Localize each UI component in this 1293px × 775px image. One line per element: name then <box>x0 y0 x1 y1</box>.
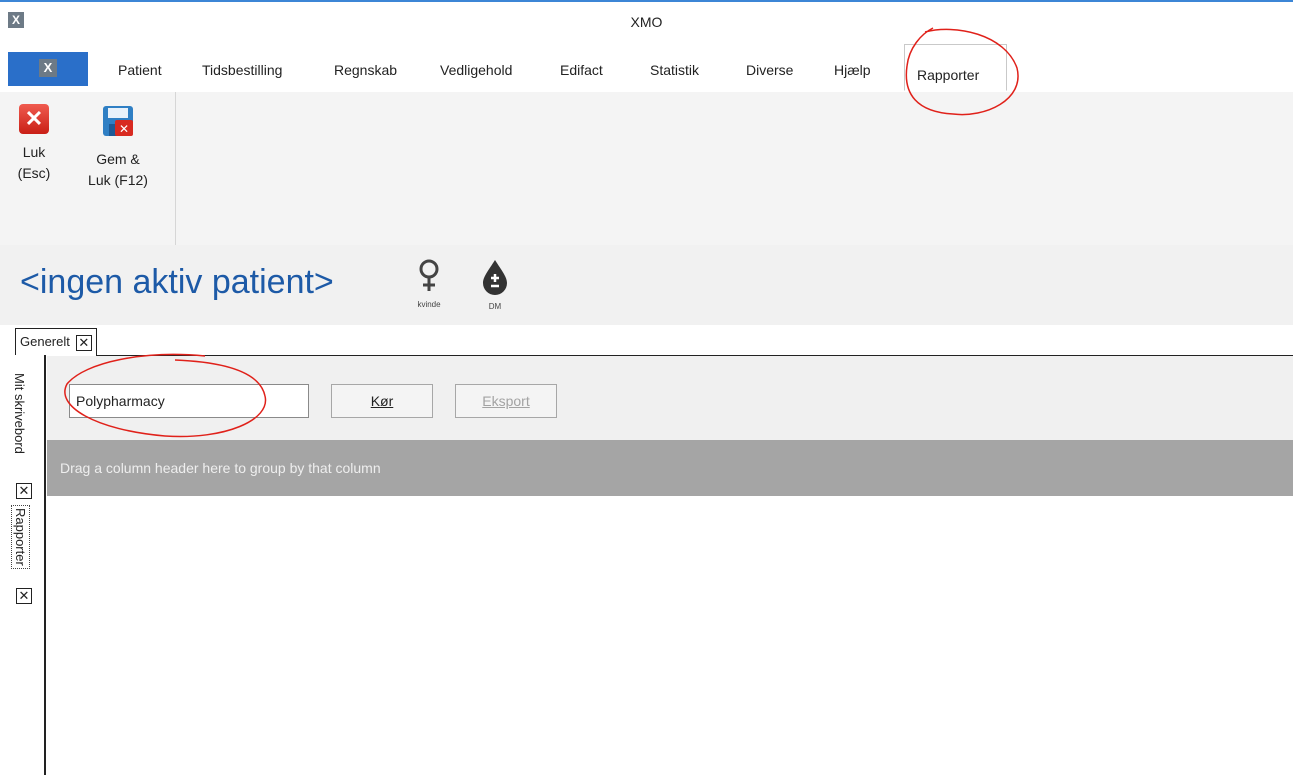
close-tab-icon[interactable]: ✕ <box>75 334 92 351</box>
document-tab-strip: Generelt ✕ <box>0 325 1293 356</box>
ribbon-panel: ✕ Luk (Esc) ✕ Gem & Luk (F12) <box>0 92 1293 246</box>
side-tab-rapporter[interactable]: Rapporter <box>11 505 30 569</box>
tab-patient[interactable]: Patient <box>118 62 162 78</box>
tab-generelt[interactable]: Generelt ✕ <box>15 328 97 356</box>
blood-drop-icon <box>483 260 507 295</box>
patient-name: <ingen aktiv patient> <box>20 263 334 301</box>
close-side-tab-icon[interactable]: ✕ <box>16 483 32 499</box>
report-select[interactable]: Polypharmacy <box>69 384 358 418</box>
tab-hjaelp[interactable]: Hjælp <box>834 62 871 78</box>
tab-tidsbestilling[interactable]: Tidsbestilling <box>202 62 282 78</box>
svg-text:✕: ✕ <box>119 122 129 136</box>
tab-regnskab[interactable]: Regnskab <box>334 62 397 78</box>
gender-badge: kvinde <box>409 259 449 309</box>
patient-header: <ingen aktiv patient> kvinde DM <box>0 245 1293 325</box>
close-icon: ✕ <box>19 104 49 134</box>
ribbon-tab-bar: X Patient Tidsbestilling Regnskab Vedlig… <box>0 44 1293 93</box>
file-menu-button[interactable]: X <box>8 52 88 86</box>
dm-badge: DM <box>475 259 515 311</box>
ribbon-group-actions: ✕ Luk (Esc) ✕ Gem & Luk (F12) <box>0 92 176 245</box>
group-by-panel[interactable]: Drag a column header here to group by th… <box>47 440 1293 496</box>
side-tab-mit-skrivebord[interactable]: Mit skrivebord <box>12 373 27 454</box>
window-title: XMO <box>630 14 663 30</box>
female-icon <box>419 259 439 291</box>
save-close-icon: ✕ <box>101 104 135 138</box>
app-logo-icon: X <box>39 59 57 77</box>
report-view: Polypharmacy Kør Eksport Drag a column h… <box>47 356 1293 775</box>
close-button[interactable]: ✕ Luk (Esc) <box>14 104 54 184</box>
gender-label: kvinde <box>417 300 441 309</box>
dm-label: DM <box>488 302 502 311</box>
tab-diverse[interactable]: Diverse <box>746 62 793 78</box>
report-toolbar: Polypharmacy Kør Eksport <box>47 356 1293 440</box>
export-button[interactable]: Eksport <box>455 384 557 418</box>
run-button[interactable]: Kør <box>331 384 433 418</box>
save-close-button-label: Gem & Luk (F12) <box>88 151 148 188</box>
title-bar: X XMO <box>0 0 1293 44</box>
save-and-close-button[interactable]: ✕ Gem & Luk (F12) <box>76 104 160 191</box>
report-select-value: Polypharmacy <box>76 393 165 409</box>
tab-vedligehold[interactable]: Vedligehold <box>440 62 512 78</box>
tab-rapporter[interactable]: Rapporter <box>904 44 1007 91</box>
side-tab-label: Mit skrivebord <box>12 373 27 454</box>
side-tab-label: Rapporter <box>13 508 28 566</box>
tab-statistik[interactable]: Statistik <box>650 62 699 78</box>
tab-edifact[interactable]: Edifact <box>560 62 603 78</box>
close-button-label: Luk (Esc) <box>17 144 51 181</box>
close-side-tab-icon[interactable]: ✕ <box>16 588 32 604</box>
side-tab-panel: Mit skrivebord ✕ Rapporter ✕ <box>0 355 46 775</box>
tab-generelt-label: Generelt <box>20 334 70 349</box>
